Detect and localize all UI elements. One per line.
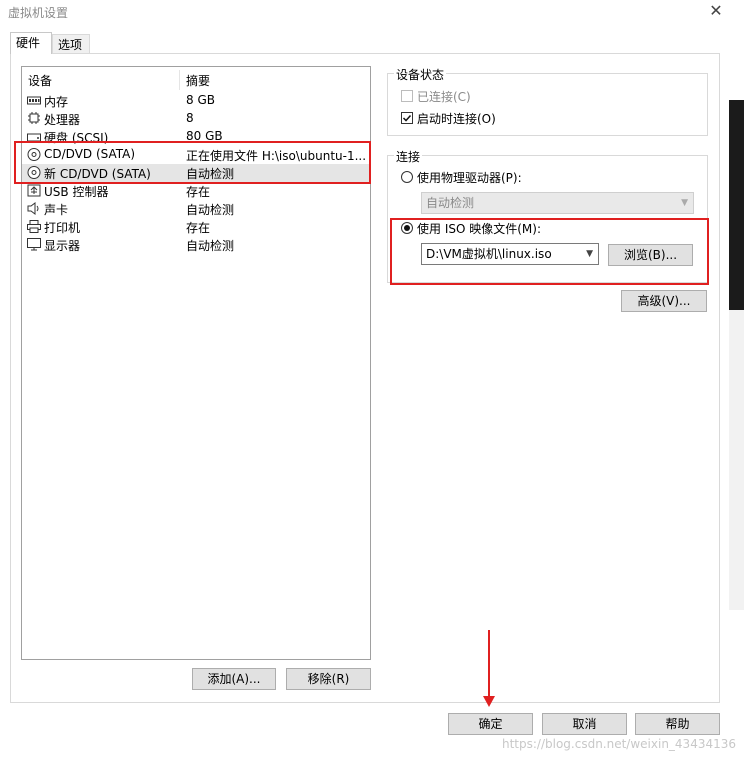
help-button[interactable]: 帮助 [635,713,720,735]
advanced-button[interactable]: 高级(V)... [621,290,707,312]
device-name: 声卡 [44,203,69,217]
tab-options[interactable]: 选项 [52,34,90,54]
background-window-edge-light [729,310,744,610]
close-icon[interactable]: ✕ [706,1,726,21]
device-summary: 8 GB [186,93,215,107]
column-separator[interactable] [179,70,180,90]
sound-card-icon [27,202,39,215]
connected-label: 已连接(C) [417,90,471,104]
column-header-summary[interactable]: 摘要 [186,72,210,89]
checkmark-icon [402,114,412,122]
connection-label: 连接 [394,148,423,165]
highlight-box-cd-rows [14,141,371,184]
device-row-monitor[interactable]: 显示器 自动检测 [22,236,370,254]
device-name: USB 控制器 [44,185,109,199]
column-header-device[interactable]: 设备 [28,72,52,89]
title-bar [0,0,744,26]
device-row-usb[interactable]: USB 控制器 存在 [22,182,370,200]
physical-drive-value: 自动检测 [426,196,475,210]
device-summary: 自动检测 [186,203,235,217]
device-row-sound-card[interactable]: 声卡 自动检测 [22,200,370,218]
memory-icon [27,96,41,105]
connect-at-power-on-checkbox[interactable] [401,112,413,124]
monitor-icon [27,238,41,251]
chevron-down-icon: ▼ [681,198,688,208]
watermark-text: https://blog.csdn.net/weixin_43434136 [501,737,736,751]
red-arrow-annotation [483,630,495,707]
device-row-memory[interactable]: 内存 8 GB [22,92,370,110]
window-title: 虚拟机设置 [8,6,69,20]
device-row-processor[interactable]: 处理器 8 [22,110,370,128]
connect-at-power-on-label: 启动时连接(O) [417,112,496,126]
usb-icon [27,184,41,197]
device-name: 内存 [44,95,69,109]
add-device-button[interactable]: 添加(A)... [192,668,276,690]
highlight-box-iso [390,218,709,285]
background-window-edge [729,100,744,310]
physical-drive-select[interactable]: 自动检测 ▼ [421,192,694,214]
cancel-button[interactable]: 取消 [542,713,627,735]
printer-icon [27,220,41,233]
remove-device-button[interactable]: 移除(R) [286,668,371,690]
device-summary: 自动检测 [186,239,235,253]
device-summary: 存在 [186,185,211,199]
device-name: 打印机 [44,221,81,235]
device-status-label: 设备状态 [394,66,447,83]
processor-icon [28,112,40,124]
connected-checkbox[interactable] [401,90,413,102]
device-row-printer[interactable]: 打印机 存在 [22,218,370,236]
physical-drive-radio[interactable] [401,171,413,183]
device-summary: 8 [186,111,194,125]
tab-hardware[interactable]: 硬件 [10,32,52,54]
device-summary: 存在 [186,221,211,235]
device-name: 处理器 [44,113,81,127]
physical-drive-label: 使用物理驱动器(P): [417,171,522,185]
device-name: 显示器 [44,239,81,253]
ok-button[interactable]: 确定 [448,713,533,735]
